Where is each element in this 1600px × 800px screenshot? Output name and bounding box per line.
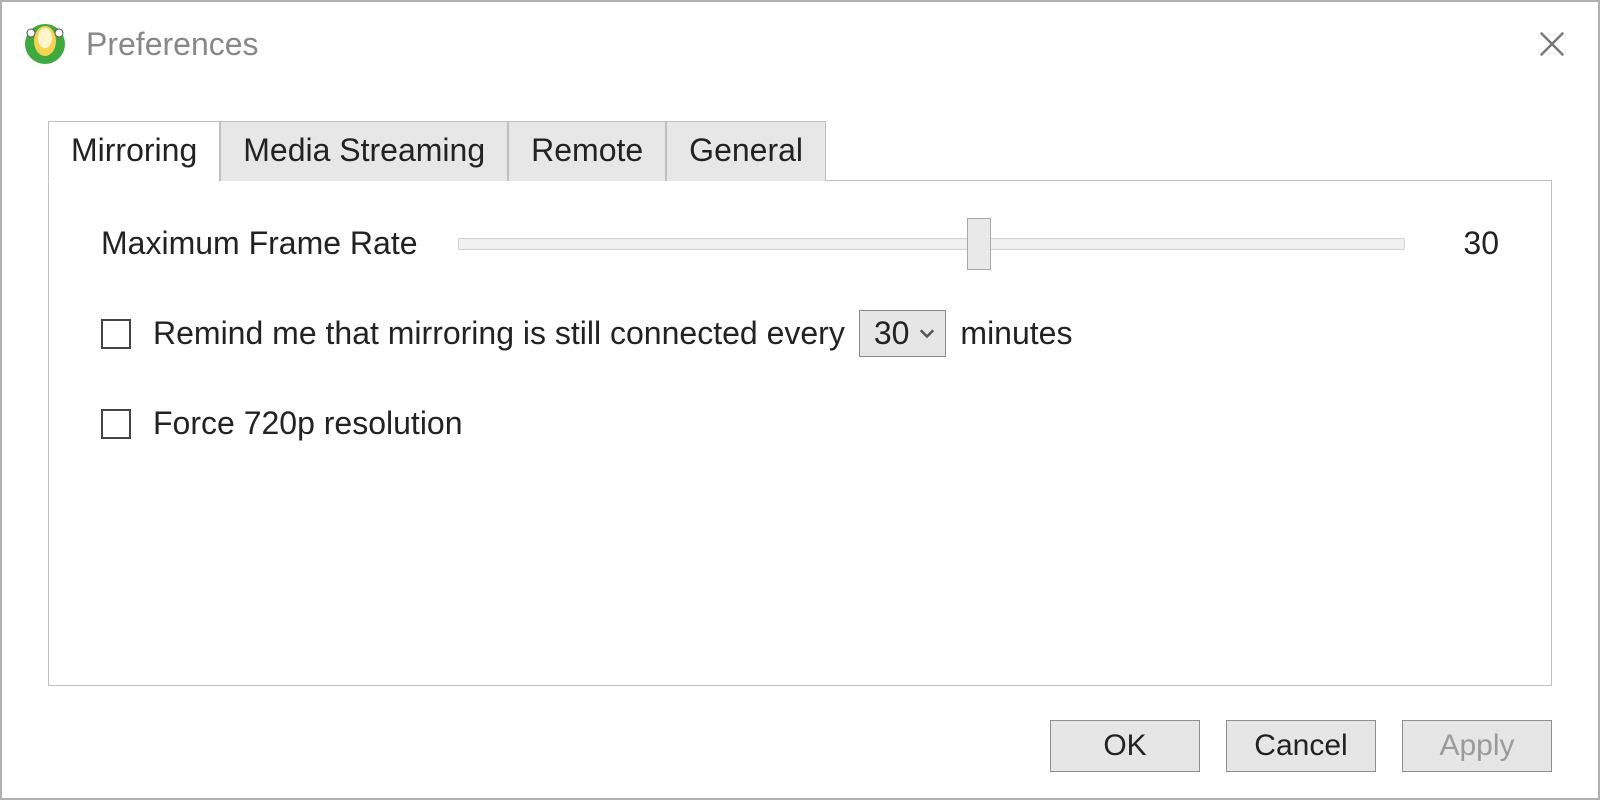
remind-interval-value: 30 <box>874 315 910 352</box>
tab-media-streaming[interactable]: Media Streaming <box>220 121 508 181</box>
tab-label: General <box>689 132 803 168</box>
max-framerate-slider[interactable] <box>458 238 1406 250</box>
tab-panel-mirroring: Maximum Frame Rate 30 Remind me that mir… <box>48 180 1552 686</box>
tab-label: Remote <box>531 132 643 168</box>
dialog-buttons: OK Cancel Apply <box>2 696 1598 798</box>
tab-general[interactable]: General <box>666 121 826 181</box>
tab-mirroring[interactable]: Mirroring <box>48 121 220 182</box>
button-label: OK <box>1103 729 1146 763</box>
max-framerate-value: 30 <box>1435 225 1499 262</box>
ok-button[interactable]: OK <box>1050 720 1200 772</box>
tab-remote[interactable]: Remote <box>508 121 666 181</box>
chevron-down-icon <box>919 322 935 345</box>
close-icon[interactable] <box>1528 20 1576 68</box>
remind-interval-dropdown[interactable]: 30 <box>859 310 947 357</box>
cancel-button[interactable]: Cancel <box>1226 720 1376 772</box>
button-label: Cancel <box>1254 729 1347 763</box>
tab-label: Media Streaming <box>243 132 485 168</box>
force-720p-label: Force 720p resolution <box>153 405 463 442</box>
slider-thumb[interactable] <box>967 218 991 270</box>
remind-label-before: Remind me that mirroring is still connec… <box>153 315 845 352</box>
titlebar: Preferences <box>2 2 1598 80</box>
row-max-framerate: Maximum Frame Rate 30 <box>101 225 1499 262</box>
remind-checkbox[interactable] <box>101 319 131 349</box>
app-icon <box>24 23 66 65</box>
remind-label-after: minutes <box>960 315 1072 352</box>
slider-track[interactable] <box>458 238 1406 250</box>
tab-label: Mirroring <box>71 132 197 168</box>
window-title: Preferences <box>86 26 1528 63</box>
max-framerate-label: Maximum Frame Rate <box>101 225 418 262</box>
force-720p-checkbox[interactable] <box>101 409 131 439</box>
apply-button[interactable]: Apply <box>1402 720 1552 772</box>
row-force-720p: Force 720p resolution <box>101 405 1499 442</box>
tabstrip: Mirroring Media Streaming Remote General <box>48 120 1552 181</box>
button-label: Apply <box>1439 729 1514 763</box>
row-remind-connected: Remind me that mirroring is still connec… <box>101 310 1499 357</box>
dialog-body: Mirroring Media Streaming Remote General… <box>2 80 1598 696</box>
preferences-window: Preferences Mirroring Media Streaming Re… <box>0 0 1600 800</box>
